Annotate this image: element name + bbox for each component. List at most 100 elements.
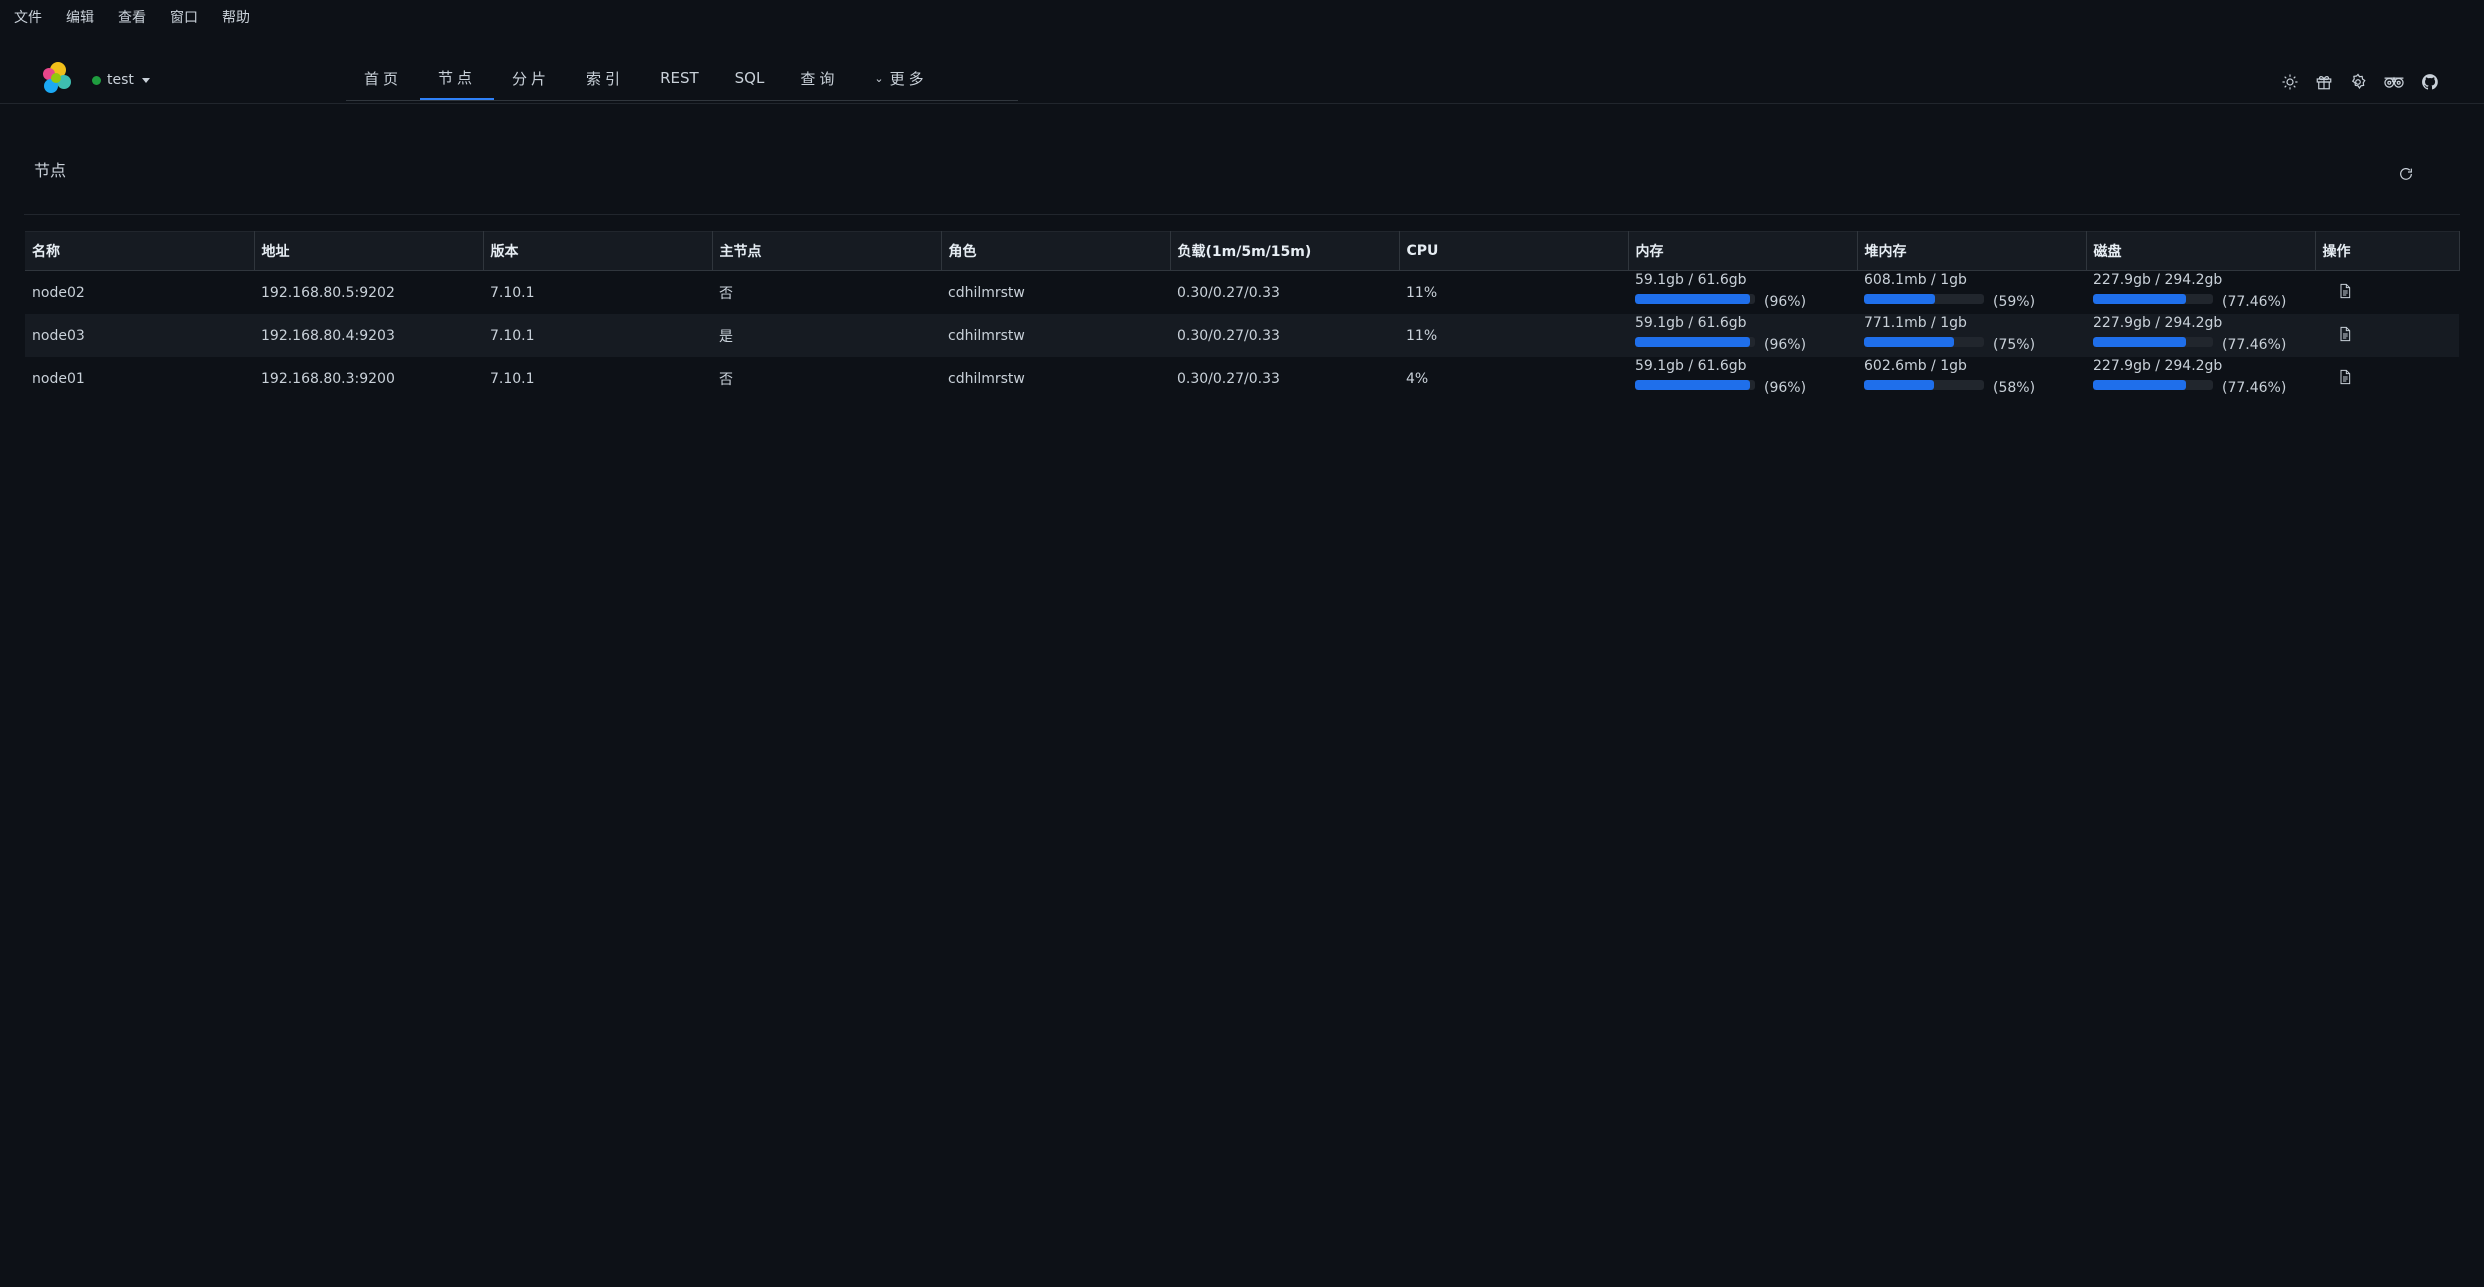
refresh-button[interactable] (2398, 166, 2416, 184)
disk-cell: 227.9gb / 294.2gb (77.46%) (2086, 357, 2315, 400)
tripadvisor-icon[interactable] (2382, 72, 2406, 92)
memory-progress-bar (1635, 294, 1755, 304)
heap-progress-fill (1864, 337, 1954, 347)
disk-progress-fill (2093, 380, 2186, 390)
menubar: 文件 编辑 查看 窗口 帮助 (0, 0, 2484, 34)
column-header-name[interactable]: 名称 (25, 231, 255, 271)
settings-icon[interactable] (2348, 72, 2368, 92)
node-name: node01 (32, 370, 85, 387)
menu-window[interactable]: 窗口 (170, 7, 198, 27)
actions-cell (2315, 357, 2459, 400)
disk-usage-percent: (77.46%) (2222, 294, 2287, 310)
heap-usage-text: 608.1mb / 1gb (1864, 272, 1967, 288)
node-version: 7.10.1 (483, 314, 712, 357)
disk-usage-text: 227.9gb / 294.2gb (2093, 272, 2223, 288)
refresh-icon (2400, 168, 2412, 180)
actions-cell (2315, 314, 2459, 357)
table-row: node03 192.168.80.4:9203 7.10.1 是 cdhilm… (25, 314, 2459, 357)
column-header-address[interactable]: 地址 (254, 231, 484, 271)
tab-indices-label: 索引 (586, 69, 625, 88)
document-icon[interactable] (2337, 369, 2353, 389)
cluster-selector[interactable]: test (92, 72, 150, 88)
node-cpu: 11% (1406, 284, 1438, 301)
cluster-status-dot (92, 75, 101, 85)
column-header-actions: 操作 (2315, 231, 2460, 271)
menu-edit[interactable]: 编辑 (66, 7, 94, 27)
disk-usage: 227.9gb / 294.2gb (77.46%) (2093, 357, 2308, 400)
column-header-master[interactable]: 主节点 (712, 231, 942, 271)
heap-progress-bar (1864, 380, 1984, 390)
column-header-heap[interactable]: 堆内存 (1857, 231, 2087, 271)
memory-cell: 59.1gb / 61.6gb (96%) (1628, 314, 1857, 357)
tab-nodes-label: 节点 (438, 68, 477, 87)
page-title: 节点 (34, 161, 67, 180)
memory-cell: 59.1gb / 61.6gb (96%) (1628, 271, 1857, 315)
node-roles: cdhilmrstw (948, 370, 1025, 387)
memory-progress-fill (1635, 337, 1751, 347)
memory-usage-text: 59.1gb / 61.6gb (1635, 272, 1747, 288)
node-address: 192.168.80.4:9203 (254, 314, 483, 357)
disk-usage-text: 227.9gb / 294.2gb (2093, 315, 2223, 331)
disk-progress-fill (2093, 294, 2186, 304)
tab-more-label: 更多 (889, 69, 928, 88)
heap-progress-bar (1864, 294, 1984, 304)
heap-usage-percent: (75%) (1993, 337, 2036, 353)
menu-help[interactable]: 帮助 (222, 7, 250, 27)
memory-progress-bar (1635, 337, 1755, 347)
sun-icon[interactable] (2280, 72, 2300, 92)
heap-progress-bar (1864, 337, 1984, 347)
heap-usage-text: 602.6mb / 1gb (1864, 358, 1967, 374)
memory-usage-text: 59.1gb / 61.6gb (1635, 315, 1747, 331)
heap-usage-percent: (59%) (1993, 294, 2036, 310)
node-roles: cdhilmrstw (941, 314, 1170, 357)
actions-cell (2315, 271, 2459, 315)
column-header-load[interactable]: 负载(1m/5m/15m) (1170, 231, 1400, 271)
memory-usage: 59.1gb / 61.6gb (96%) (1635, 271, 1850, 314)
tab-nodes[interactable]: 节点 (420, 56, 495, 100)
column-header-cpu[interactable]: CPU (1399, 231, 1629, 271)
tab-sql-label: SQL (734, 69, 765, 87)
tab-query-label: 查询 (800, 69, 839, 88)
menu-view[interactable]: 查看 (118, 7, 146, 27)
disk-cell: 227.9gb / 294.2gb (77.46%) (2086, 271, 2315, 315)
tab-more[interactable]: ⌄ 更多 (856, 56, 945, 100)
tab-shards[interactable]: 分片 (494, 56, 568, 100)
heap-progress-fill (1864, 294, 1935, 304)
tab-query[interactable]: 查询 (782, 56, 856, 100)
cluster-name: test (107, 72, 134, 88)
app-header: test 首页 节点 分片 索引 REST SQL 查询 ⌄ 更多 (0, 56, 2484, 104)
node-master: 否 (719, 371, 733, 388)
heap-usage: 602.6mb / 1gb (58%) (1864, 357, 2079, 400)
gift-icon[interactable] (2314, 72, 2334, 92)
column-header-version[interactable]: 版本 (483, 231, 713, 271)
menu-file[interactable]: 文件 (14, 7, 42, 27)
tab-sql[interactable]: SQL (717, 56, 783, 100)
node-address: 192.168.80.3:9200 (261, 370, 395, 387)
tab-rest[interactable]: REST (642, 56, 717, 100)
disk-progress-fill (2093, 337, 2186, 347)
github-icon[interactable] (2420, 72, 2440, 92)
document-icon[interactable] (2337, 326, 2353, 346)
disk-usage: 227.9gb / 294.2gb (77.46%) (2093, 314, 2308, 357)
memory-progress-fill (1635, 294, 1751, 304)
heap-usage: 608.1mb / 1gb (59%) (1864, 271, 2079, 314)
heap-usage-text: 771.1mb / 1gb (1864, 315, 1967, 331)
memory-cell: 59.1gb / 61.6gb (96%) (1628, 357, 1857, 400)
node-load: 0.30/0.27/0.33 (1170, 314, 1399, 357)
column-header-disk[interactable]: 磁盘 (2086, 231, 2316, 271)
disk-usage-percent: (77.46%) (2222, 337, 2287, 353)
tab-indices[interactable]: 索引 (568, 56, 642, 100)
tab-shards-label: 分片 (512, 69, 551, 88)
memory-usage: 59.1gb / 61.6gb (96%) (1635, 357, 1850, 400)
table-row: node01 192.168.80.3:9200 7.10.1 否 cdhilm… (25, 357, 2459, 400)
memory-usage-percent: (96%) (1764, 380, 1807, 396)
tab-home[interactable]: 首页 (346, 56, 420, 100)
node-roles: cdhilmrstw (948, 284, 1025, 301)
node-cpu: 11% (1399, 314, 1628, 357)
app-logo-icon[interactable] (38, 60, 74, 96)
document-icon[interactable] (2337, 283, 2353, 303)
column-header-memory[interactable]: 内存 (1628, 231, 1858, 271)
disk-progress-bar (2093, 294, 2213, 304)
column-header-roles[interactable]: 角色 (941, 231, 1171, 271)
main-nav: 首页 节点 分片 索引 REST SQL 查询 ⌄ 更多 (346, 56, 1018, 101)
